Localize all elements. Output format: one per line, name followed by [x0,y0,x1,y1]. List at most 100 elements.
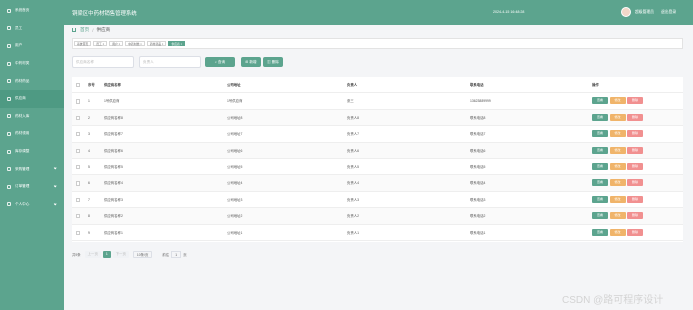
sidebar-item-label: 药材药品 [15,78,30,83]
breadcrumb-home[interactable]: 首页 [80,27,89,33]
cell-index: 4 [88,148,90,153]
tab-tag[interactable]: 药材药品 × [146,41,167,46]
app-title: 铜梁区中药材销售管理系统 [72,11,137,17]
tab-tag[interactable]: 系统首页 [74,41,92,46]
view-button[interactable]: 查看 [592,163,608,170]
tab-tag[interactable]: 用户 × [109,41,124,46]
goto-page-input[interactable]: 1 [171,250,182,258]
supplier-name-search-input[interactable]: 供应商名称 [72,56,134,68]
edit-button[interactable]: 修改 [609,113,626,121]
breadcrumb-separator: / [92,27,94,33]
cell-name: 供应商名称6 [104,148,123,153]
cell-index: 7 [88,197,90,202]
sidebar-item[interactable]: 药材入库 [0,108,64,126]
sidebar-item[interactable]: 药材药品 [0,72,64,90]
cell-name: 1号供应商 [104,99,120,104]
edit-button[interactable]: 修改 [609,228,626,236]
view-button[interactable]: 查看 [592,179,608,187]
cell-phone: 13623889999 [470,99,491,104]
row-checkbox[interactable] [76,230,81,235]
datetime: 2024-4-15 16:48:28 [493,10,525,14]
cell-person: 张三 [347,99,354,104]
cell-index: 8 [88,214,90,219]
delete-button[interactable]: 删除 [627,163,643,170]
row-checkbox[interactable] [76,181,81,186]
delete-button[interactable]: 删除 [627,113,643,121]
edit-button[interactable]: 修改 [609,146,626,154]
sidebar-item[interactable]: 订单管理 [0,178,64,196]
row-checkbox[interactable] [76,214,81,219]
table-row: 4 供应商名称6 公司地址6 负责人6 联系电话6 查看 修改 删除 [72,142,683,159]
delete-button[interactable]: 删除 [627,212,643,220]
cell-phone: 联系电话5 [470,165,486,169]
view-button[interactable]: 查看 [592,130,608,138]
sidebar-item[interactable]: 员工 [0,20,64,38]
column-header: 操作 [592,83,599,87]
table-row: 8 供应商名称2 公司地址2 负责人2 联系电话2 查看 修改 删除 [72,208,683,225]
cell-person: 负责人7 [347,132,360,137]
delete-button[interactable]: 删除 [627,146,643,154]
delete-button[interactable]: 删除 [627,228,643,236]
edit-button[interactable]: 修改 [609,97,626,105]
column-header: 联系电话 [470,83,484,87]
view-button[interactable]: 查看 [592,146,608,154]
row-checkbox[interactable] [76,99,81,104]
delete-button[interactable]: 删除 [627,97,643,105]
edit-button[interactable]: 修改 [609,212,626,220]
menu-icon [7,61,11,66]
sidebar-item[interactable]: 供应商 [0,89,64,108]
row-checkbox[interactable] [76,132,81,137]
row-actions: 查看 修改 删除 [592,163,643,170]
view-button[interactable]: 查看 [592,113,608,121]
sidebar-item[interactable]: 个人中心 [0,196,64,214]
tab-tag[interactable]: 中药材类 × [125,41,145,46]
prev-page-button[interactable]: 上一页 [84,250,101,258]
delete-button[interactable]: 删除 [627,130,643,138]
view-button[interactable]: 查看 [592,195,608,203]
menu-icon [7,131,11,136]
sidebar-item[interactable]: 系统首页 [0,2,64,20]
edit-button[interactable]: 修改 [609,163,626,170]
edit-button[interactable]: 修改 [609,179,626,187]
avatar[interactable] [621,7,631,17]
sidebar-item[interactable]: 药材领用 [0,125,64,143]
next-page-button[interactable]: 下一页 [112,250,129,258]
sidebar-item[interactable]: 用户 [0,37,64,55]
view-button[interactable]: 查看 [592,228,608,236]
cell-phone: 联系电话1 [470,230,486,235]
tab-tag[interactable]: 员工 × [93,41,108,46]
logout-link[interactable]: 退出登录 [661,10,676,15]
sidebar-item[interactable]: 库存调整 [0,143,64,161]
table-row: 2 供应商名称8 公司地址8 负责人8 联系电话8 查看 修改 删除 [72,109,683,127]
row-checkbox[interactable] [76,148,81,153]
cell-address: 公司地址5 [227,165,243,169]
cell-address: 公司地址3 [227,197,243,202]
cell-address: 公司地址7 [227,132,243,137]
watermark: CSDN @路可程序设计 [562,295,664,306]
cell-address: 公司地址6 [227,148,243,153]
view-button[interactable]: 查看 [592,97,608,105]
edit-button[interactable]: 修改 [609,130,626,138]
row-checkbox[interactable] [76,165,81,170]
delete-button[interactable]: 删除 [627,179,643,187]
edit-button[interactable]: 修改 [609,195,626,203]
query-button[interactable]: ⌕ 查询 [205,57,235,67]
row-checkbox[interactable] [76,83,81,88]
table-row: 1 1号供应商 1号供应商 张三 13623889999 查看 修改 删除 [72,93,683,110]
column-header: 供应商名称 [104,83,121,87]
view-button[interactable]: 查看 [592,212,608,220]
tab-tag[interactable]: 供应商 × [168,41,186,46]
add-button[interactable]: ⊞ 新增 [241,57,261,67]
page-size-select[interactable]: 10条/页 [132,250,153,258]
batch-delete-button[interactable]: ▥ 删除 [263,57,283,67]
delete-button[interactable]: 删除 [627,195,643,203]
row-checkbox[interactable] [76,115,81,120]
page-number[interactable]: 1 [102,250,111,258]
cell-person: 负责人4 [347,181,360,186]
menu-icon [7,149,11,154]
sidebar-item-label: 员工 [15,25,23,30]
sidebar-item[interactable]: 采购管理 [0,160,64,178]
person-search-input[interactable]: 负责人 [139,56,201,68]
sidebar-item[interactable]: 中药材类 [0,55,64,73]
row-checkbox[interactable] [76,197,81,202]
